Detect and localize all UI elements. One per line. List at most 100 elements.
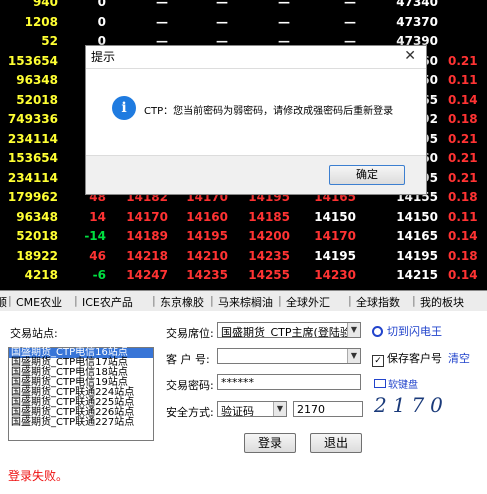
quote-cell: — [344,0,356,9]
quote-cell: 749336 [7,112,58,126]
dialog-footer: 确定 [86,155,426,194]
quote-cell: 46 [89,248,106,263]
quote-cell: 4218 [24,268,58,282]
login-button[interactable]: 登录 [244,433,296,453]
quote-cell: 179962 [7,190,58,204]
quote-cell: 14165 [396,229,438,243]
quote-cell: — [344,14,356,29]
tab-item[interactable]: 全球外汇 [286,294,330,310]
tab-item[interactable]: ICE农产品 [82,294,133,310]
password-label: 交易密码: [166,379,214,392]
captcha-input[interactable]: 2170 [293,401,363,417]
quote-cell: 14195 [186,229,228,243]
login-status: 登录失败。 [8,469,69,483]
tab-separator: | [210,294,214,307]
account-input[interactable]: ▼ [217,348,361,364]
quote-cell: 14215 [396,268,438,282]
save-account-checkbox[interactable]: ✓ 保存客户号 [372,350,442,367]
exit-button[interactable]: 退出 [310,433,362,453]
tab-separator: | [152,294,156,307]
quote-cell: 18922 [16,248,58,263]
swirl-icon [372,326,383,337]
quote-cell: 52 [41,34,58,48]
quote-cell: 0.21 [448,170,478,185]
quote-cell: 14255 [248,268,290,282]
quote-cell: 0 [97,14,106,29]
quote-cell: 14150 [396,209,438,224]
quote-cell: 0.21 [448,131,478,146]
quote-cell: 14235 [186,268,228,282]
quote-cell: 14230 [314,268,356,282]
security-select[interactable]: 验证码 ▼ [217,401,287,417]
quote-cell: 14185 [248,209,290,224]
quote-cell: — [216,0,228,9]
quote-cell: 0 [97,0,106,9]
alert-dialog: 提示 ✕ i CTP：您当前密码为弱密码，请修改成强密码后重新登录 确定 [85,45,427,195]
quote-cell: 96348 [16,73,58,87]
quote-cell: 0.21 [448,53,478,68]
switch-link[interactable]: 切到闪电王 [372,323,442,339]
quote-cell: 153654 [7,53,58,68]
quote-cell: 14160 [186,209,228,224]
quote-cell: — [278,0,290,9]
quote-cell: 234114 [7,170,58,185]
chevron-down-icon[interactable]: ▼ [273,402,286,416]
tab-item[interactable]: 我的板块 [420,294,464,310]
dialog-title: 提示 [86,46,426,69]
station-list[interactable]: 国盛期货_CTP电信16站点 国盛期货_CTP电信17站点 国盛期货_CTP电信18… [8,347,154,441]
quote-cell: 14195 [396,248,438,263]
quote-cell: 14235 [248,248,290,263]
tab-item[interactable]: 顺 [0,294,7,310]
tab-separator: | [412,294,416,307]
tab-item[interactable]: 全球指数 [356,294,400,310]
quote-cell: 14 [89,209,106,224]
quote-cell: 0.18 [448,248,478,263]
station-option[interactable]: 国盛期货_CTP联通227站点 [9,418,153,428]
quote-cell: -6 [92,268,106,282]
keyboard-icon [374,379,386,388]
chevron-down-icon[interactable]: ▼ [347,323,360,337]
clear-link[interactable]: 清空 [448,350,470,366]
market-tab-bar: 顺|CME农业|ICE农产品|东京橡胶|马来棕榈油|全球外汇|全球指数|我的板块 [0,290,487,312]
tab-item[interactable]: CME农业 [16,294,62,310]
dialog-message: CTP：您当前密码为弱密码，请修改成强密码后重新登录 [144,106,394,117]
quote-cell: 940 [32,0,58,9]
quote-cell: 0.18 [448,112,478,126]
quote-cell: 0.21 [448,151,478,165]
quote-cell: — [216,14,228,29]
ok-button[interactable]: 确定 [329,165,405,185]
seat-value: 国盛期货_CTP主席(登陆验 [221,326,351,338]
seat-select[interactable]: 国盛期货_CTP主席(登陆验 ▼ [217,322,361,338]
checkbox-icon: ✓ [372,355,384,367]
quote-cell: 52018 [16,229,58,243]
quote-cell: 47370 [396,14,438,29]
account-label: 客 户 号: [166,353,210,366]
chevron-down-icon[interactable]: ▼ [347,349,360,363]
quote-cell: 14170 [126,209,168,224]
quote-cell: 0.14 [448,92,478,107]
quote-cell: -14 [84,229,106,243]
station-label: 交易站点: [10,327,58,340]
quote-cell: 96348 [16,209,58,224]
tab-item[interactable]: 东京橡胶 [160,294,204,310]
seat-label: 交易席位: [166,327,214,340]
quote-cell: 0.11 [448,73,478,87]
quote-cell: 0.11 [448,209,478,224]
quote-cell: 14189 [126,229,168,243]
quote-row[interactable]: 4218 -6 14247 14235 14255 14230 14215 0.14 [0,265,487,287]
login-panel: 交易站点: 国盛期货_CTP电信16站点 国盛期货_CTP电信17站点 国盛期货_C… [0,311,487,494]
tab-separator: | [278,294,282,307]
close-icon[interactable]: ✕ [404,48,416,64]
password-input[interactable]: ****** [217,374,361,390]
tab-item[interactable]: 马来棕榈油 [218,294,273,310]
quote-cell: 47340 [396,0,438,9]
quote-cell: 234114 [7,131,58,146]
quote-cell: 14247 [126,268,168,282]
info-icon: i [112,96,136,120]
security-label: 安全方式: [166,406,214,419]
captcha-image[interactable]: 2170 [374,393,449,417]
quote-cell: 1208 [24,14,58,29]
quote-cell: 14195 [314,248,356,263]
soft-keyboard-button[interactable]: 软键盘 [374,376,418,391]
quote-cell: 14200 [248,229,290,243]
